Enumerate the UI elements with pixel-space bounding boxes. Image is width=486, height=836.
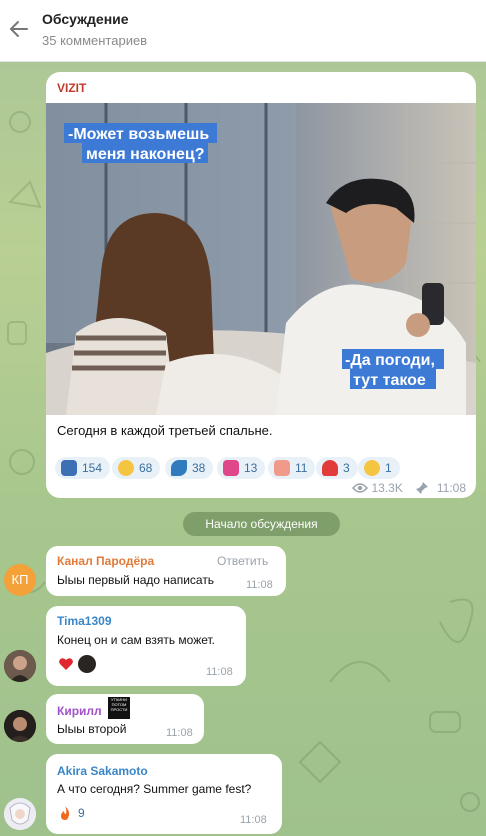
caption-top-line2: меня наконец? [86,146,204,163]
reaction-count: 68 [139,461,153,475]
comment-bubble: Кирилл УТКИНИ ПОТОМ ПРОСТИ Ыыы второй 11… [46,694,204,744]
avatar[interactable] [4,650,36,682]
avatar-photo [4,798,36,830]
crying-icon [364,460,380,476]
avatar-photo [4,650,36,682]
reaction-devil[interactable]: 13 [217,457,266,479]
comment-time: 11:08 [240,814,267,826]
post-photo[interactable]: -Может возьмешь меня наконец? -Да погоди… [46,103,476,415]
caption-top-line1: -Может возьмешь [68,126,209,143]
avatar[interactable]: КП [4,564,36,596]
comment-count: 35 комментариев [42,33,148,48]
pin-icon [415,482,428,494]
peach-icon [274,460,290,476]
grin-icon [118,460,134,476]
reaction-count: 154 [82,461,103,475]
reply-button[interactable]: Ответить [217,554,268,568]
reaction-heart-hands[interactable]: 3 [316,457,358,479]
reaction-heart[interactable] [58,656,74,672]
comment-bubble: Канал Пародёра Ответить Ыыы первый надо … [46,546,286,596]
caption-bottom-line2: тут такое [353,372,426,389]
view-count: 13.3K [371,481,403,495]
comment-author[interactable]: Кирилл [57,704,102,718]
reaction-count: 11 [295,461,308,475]
channel-post: VIZIT -Может возьмешь меня наконец? -Да … [46,72,476,498]
post-text: Сегодня в каждой третьей спальне. [57,423,273,438]
channel-name[interactable]: VIZIT [57,81,86,95]
comment-time: 11:08 [246,579,273,591]
reaction-grin[interactable]: 68 [112,457,161,479]
banana-icon [171,460,187,476]
avatar-photo [4,710,36,742]
comment-bubble: Akira Sakamoto А что сегодня? Summer gam… [46,754,282,834]
back-arrow-icon[interactable] [8,18,30,40]
comment-author[interactable]: Akira Sakamoto [57,764,148,778]
book-icon [61,460,77,476]
reaction-book[interactable]: 154 [55,457,111,479]
header-bar: Обсуждение 35 комментариев [0,0,486,62]
reaction-count: 9 [78,806,85,820]
reaction-count: 1 [385,461,392,475]
discussion-start-label: Начало обсуждения [183,512,340,536]
fire-icon [61,806,70,820]
avatar-initials: КП [11,572,29,587]
avatar[interactable] [4,798,36,830]
heart-hands-icon [322,460,338,476]
reactor-avatar [78,655,96,673]
heart-icon [59,658,73,670]
author-badge: УТКИНИ ПОТОМ ПРОСТИ [108,697,130,719]
comment-author[interactable]: Канал Пародёра [57,554,154,568]
comment-text: Ыыы второй [57,722,127,736]
comment-text: А что сегодня? Summer game fest? [57,782,252,796]
caption-bottom-line1: -Да погоди, [345,352,435,369]
comment-bubble: Tima1309 Конец он и сам взять может. 11:… [46,606,246,686]
reaction-peach[interactable]: 11 [268,457,316,479]
reaction-banana[interactable]: 38 [165,457,214,479]
post-meta: 13.3K 11:08 [348,481,466,495]
comment-time: 11:08 [206,666,233,678]
reaction-count: 3 [343,461,350,475]
comment-time: 11:08 [166,727,193,739]
post-time: 11:08 [436,481,466,495]
reaction-count: 38 [192,461,206,475]
avatar[interactable] [4,710,36,742]
eye-icon [351,483,368,493]
comment-author[interactable]: Tima1309 [57,614,112,628]
comment-text: Конец он и сам взять может. [57,633,216,647]
reaction-fire[interactable]: 9 [58,804,85,822]
page-title: Обсуждение [42,11,129,27]
devil-icon [223,460,239,476]
comment-text: Ыыы первый надо написать [57,573,215,587]
reaction-crying[interactable]: 1 [358,457,400,479]
reaction-count: 13 [244,461,258,475]
